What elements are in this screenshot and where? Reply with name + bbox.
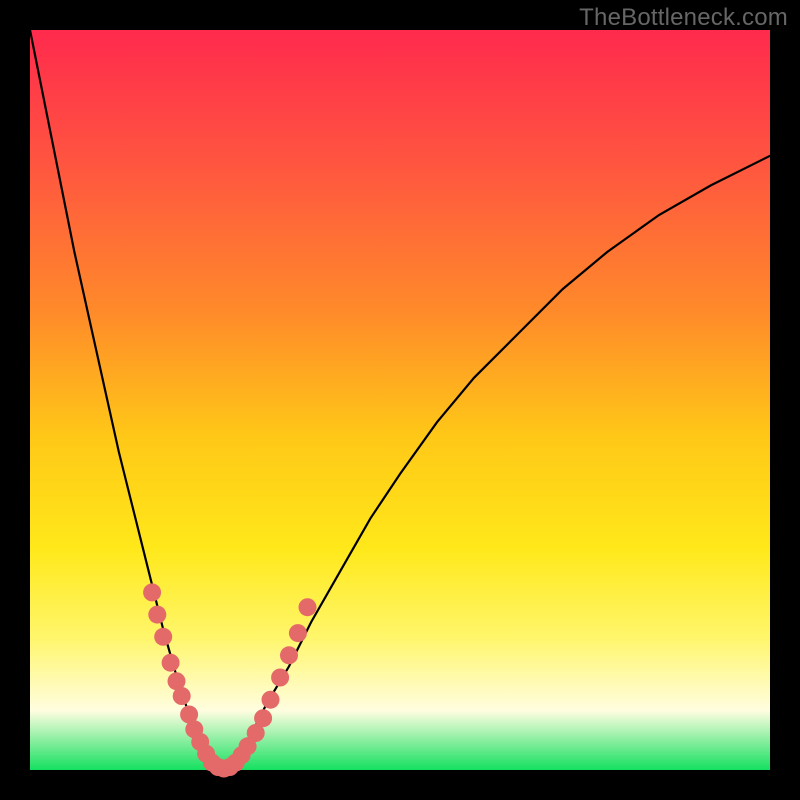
chart-frame: TheBottleneck.com <box>0 0 800 800</box>
watermark-text: TheBottleneck.com <box>579 4 788 32</box>
highlight-dot <box>299 598 317 616</box>
curve-left-branch <box>30 30 222 770</box>
highlight-dot <box>148 606 166 624</box>
highlight-dots-group <box>143 583 316 777</box>
highlight-dot <box>143 583 161 601</box>
highlight-dot <box>162 654 180 672</box>
highlight-dot <box>262 691 280 709</box>
highlight-dot <box>280 646 298 664</box>
highlight-dot <box>289 624 307 642</box>
highlight-dot <box>173 687 191 705</box>
highlight-dot <box>271 669 289 687</box>
highlight-dot <box>254 709 272 727</box>
plot-area <box>30 30 770 770</box>
chart-svg <box>30 30 770 770</box>
curve-right-branch <box>222 156 770 770</box>
highlight-dot <box>154 628 172 646</box>
